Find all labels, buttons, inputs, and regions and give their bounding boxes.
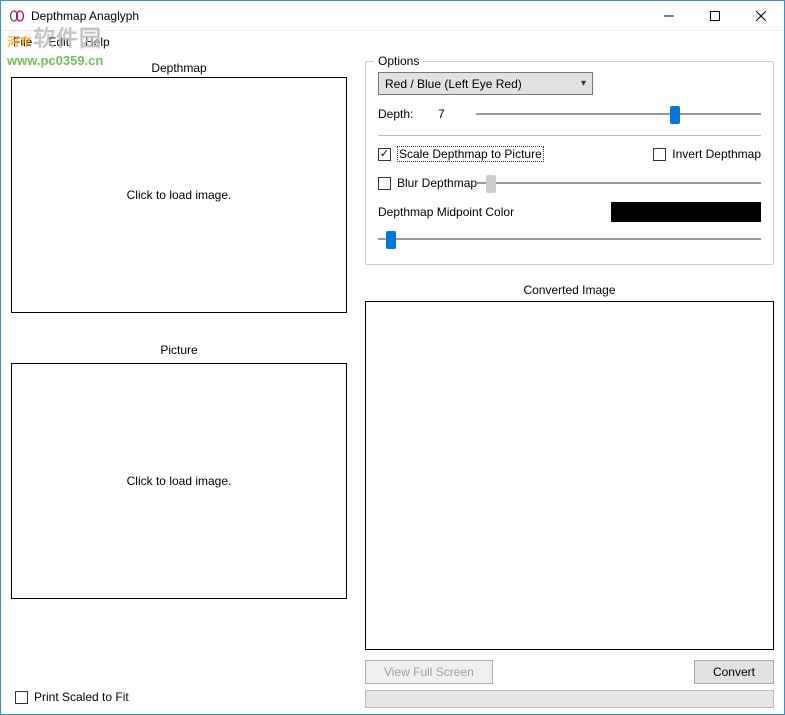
depth-label: Depth: [378, 107, 420, 121]
depthmap-image-box[interactable]: Click to load image. [11, 77, 347, 313]
menu-help[interactable]: Help [79, 33, 116, 51]
menubar: File Edit Help [1, 31, 784, 53]
menu-file[interactable]: File [7, 33, 38, 51]
picture-label: Picture [11, 343, 347, 357]
print-scaled-checkbox[interactable] [15, 691, 28, 704]
chevron-down-icon: ▾ [581, 78, 586, 89]
scale-checkbox[interactable] [378, 148, 391, 161]
convert-button[interactable]: Convert [694, 660, 774, 684]
footer-check: Print Scaled to Fit [15, 690, 129, 704]
window-controls [646, 1, 784, 30]
invert-checkbox[interactable] [653, 148, 666, 161]
depthmap-label: Depthmap [11, 61, 347, 75]
picture-image-box[interactable]: Click to load image. [11, 363, 347, 599]
options-group: Options Red / Blue (Left Eye Red) ▾ Dept… [365, 61, 774, 265]
blur-checkbox[interactable] [378, 177, 391, 190]
progress-bar [365, 690, 774, 708]
view-full-screen-button[interactable]: View Full Screen [365, 660, 493, 684]
scale-label: Scale Depthmap to Picture [397, 146, 544, 162]
menu-edit[interactable]: Edit [42, 33, 75, 51]
blur-slider[interactable] [477, 172, 761, 194]
picture-load-prompt: Click to load image. [127, 474, 232, 488]
print-scaled-label: Print Scaled to Fit [34, 690, 129, 704]
app-icon [9, 8, 25, 24]
converted-label: Converted Image [365, 283, 774, 297]
midpoint-label: Depthmap Midpoint Color [378, 205, 514, 219]
converted-image-box [365, 301, 774, 650]
options-legend: Options [374, 54, 423, 68]
close-button[interactable] [738, 1, 784, 31]
mode-select[interactable]: Red / Blue (Left Eye Red) ▾ [378, 72, 593, 95]
maximize-button[interactable] [692, 1, 738, 31]
depthmap-load-prompt: Click to load image. [127, 188, 232, 202]
depth-slider[interactable] [476, 103, 761, 125]
minimize-button[interactable] [646, 1, 692, 31]
window-title: Depthmap Anaglyph [31, 9, 646, 23]
titlebar: Depthmap Anaglyph [1, 1, 784, 31]
depth-value: 7 [438, 107, 458, 121]
blur-label: Blur Depthmap [397, 176, 477, 190]
mode-selected-text: Red / Blue (Left Eye Red) [385, 77, 522, 91]
invert-label: Invert Depthmap [672, 147, 761, 161]
midpoint-slider[interactable] [378, 228, 761, 250]
midpoint-color-swatch[interactable] [611, 202, 761, 222]
